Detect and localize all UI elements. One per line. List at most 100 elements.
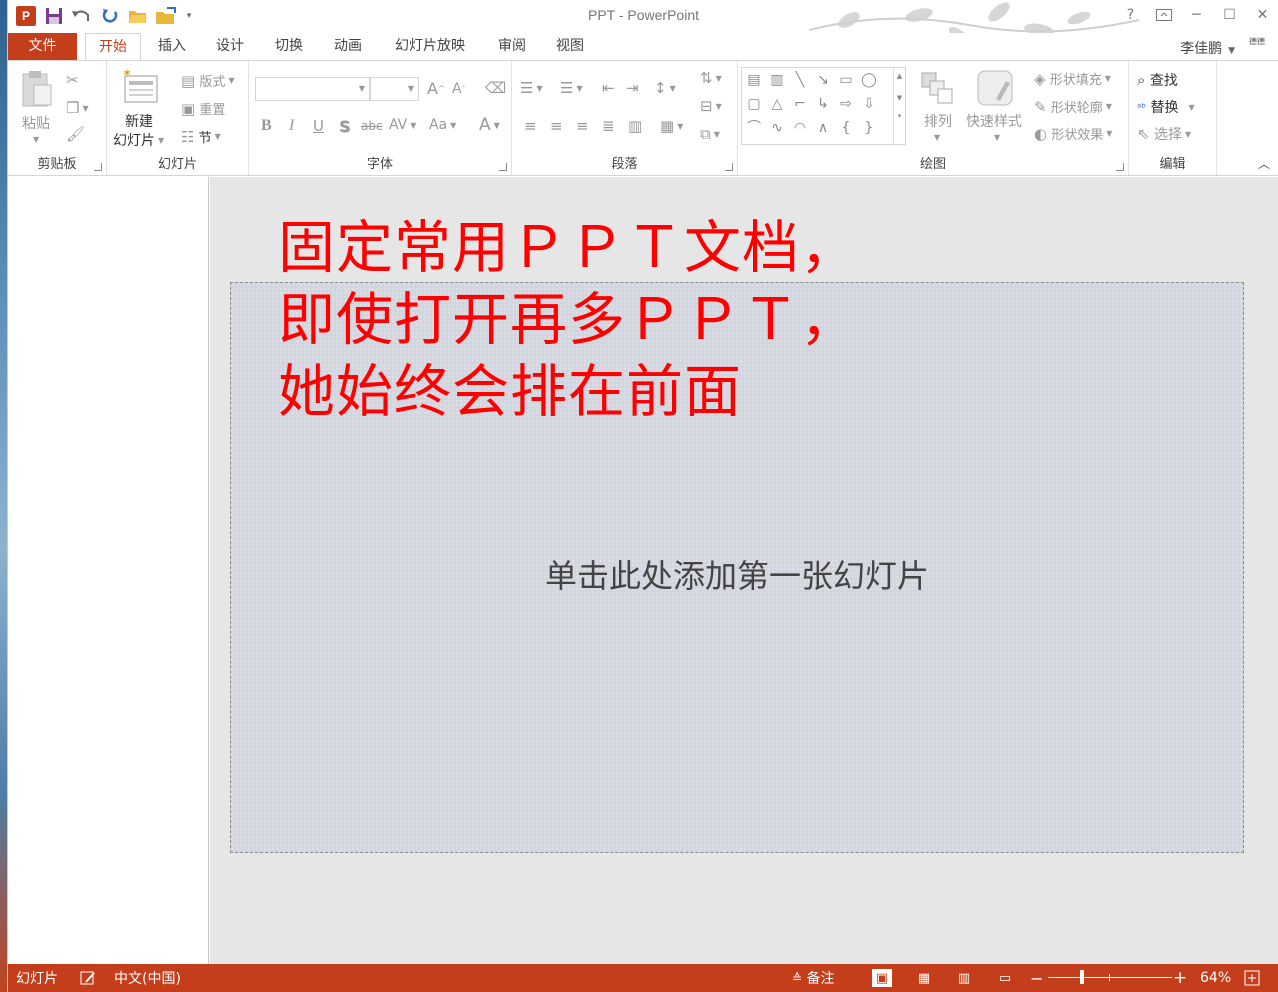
strikethrough-button[interactable]: abc: [361, 119, 383, 133]
zoom-level[interactable]: 64%: [1200, 964, 1231, 992]
elbow-connector-shape-icon[interactable]: ⌐: [790, 94, 810, 114]
redo-icon[interactable]: [98, 4, 122, 28]
tab-slideshow[interactable]: 幻灯片放映: [385, 33, 475, 60]
close-button[interactable]: ✕: [1246, 0, 1278, 30]
tab-view[interactable]: 视图: [546, 33, 594, 60]
shape-fill-button[interactable]: ◈ 形状填充 ▼: [1034, 69, 1111, 89]
increase-indent-button[interactable]: ⇥: [626, 79, 639, 97]
save-icon[interactable]: [42, 4, 66, 28]
shape-effects-button[interactable]: ◐ 形状效果 ▼: [1034, 124, 1112, 144]
align-center-button[interactable]: ≡: [550, 117, 563, 135]
section-button[interactable]: ☷ 节 ▼: [181, 127, 221, 147]
arrange-icon[interactable]: [920, 71, 956, 107]
minimize-button[interactable]: ─: [1180, 0, 1213, 30]
quick-styles-button[interactable]: 快速样式: [966, 111, 1022, 131]
vertical-textbox-shape-icon[interactable]: ▥: [767, 70, 787, 90]
numbering-button[interactable]: ☰ ▼: [560, 79, 583, 97]
change-case-button[interactable]: Aa ▼: [429, 117, 456, 133]
ribbon-display-button[interactable]: [1147, 0, 1180, 30]
tab-home[interactable]: 开始: [85, 33, 141, 61]
tab-transitions[interactable]: 切换: [265, 33, 313, 60]
rectangle-shape-icon[interactable]: ▭: [836, 70, 856, 90]
textbox-shape-icon[interactable]: ▤: [744, 70, 764, 90]
slideshow-view-icon[interactable]: ▭: [995, 969, 1015, 987]
shape-outline-button[interactable]: ✎ 形状轮廓 ▼: [1034, 97, 1112, 117]
justify-button[interactable]: ≣: [602, 117, 615, 135]
line-spacing-button[interactable]: ↕ ▼: [654, 79, 676, 97]
rounded-rect-shape-icon[interactable]: ▢: [744, 94, 764, 114]
layout-button[interactable]: ▤ 版式 ▼: [181, 71, 235, 91]
text-direction-button[interactable]: ⇅ ▼: [700, 69, 722, 87]
user-account[interactable]: 李佳鹏 ▼: [1180, 38, 1235, 58]
zoom-in-button[interactable]: +: [1173, 964, 1187, 992]
slide-sorter-view-icon[interactable]: ▦: [914, 969, 934, 987]
arrange-button[interactable]: 排列: [924, 111, 952, 131]
arc-shape-icon[interactable]: ◠: [790, 118, 810, 138]
language-indicator[interactable]: 中文(中国): [114, 964, 181, 992]
bold-button[interactable]: B: [261, 117, 272, 135]
align-text-button[interactable]: ⊟ ▼: [700, 97, 722, 115]
triangle-shape-icon[interactable]: △: [767, 94, 787, 114]
font-name-combo[interactable]: ▼: [255, 77, 370, 101]
shrink-font-button[interactable]: Aˇ: [452, 81, 466, 97]
new-slide-button[interactable]: 幻灯片 ▼: [113, 130, 164, 150]
shapes-scrollbar[interactable]: ▲ ▼ ▾: [893, 68, 905, 144]
underline-button[interactable]: U: [313, 117, 324, 135]
add-first-slide-prompt[interactable]: 单击此处添加第一张幻灯片: [231, 551, 1243, 597]
slide-thumbnail-pane[interactable]: [8, 177, 209, 964]
drawing-launcher-icon[interactable]: [1116, 163, 1124, 171]
tab-insert[interactable]: 插入: [148, 33, 196, 60]
shapes-gallery[interactable]: ▤ ▥ ╲ ↘ ▭ ◯ ▢ △ ⌐ ↳ ⇨ ⇩ ⌒ ∿ ◠ ∧ { } ▲ ▼ ▾: [741, 67, 906, 145]
columns-button[interactable]: ▦ ▼: [660, 117, 683, 135]
maximize-button[interactable]: ☐: [1213, 0, 1246, 30]
paste-button[interactable]: [20, 69, 54, 109]
reset-button[interactable]: ▣ 重置: [181, 99, 225, 119]
slide-editing-area[interactable]: 单击此处添加第一张幻灯片: [210, 177, 1278, 964]
zoom-slider-thumb[interactable]: [1080, 970, 1084, 984]
line-shape-icon[interactable]: ╲: [790, 70, 810, 90]
elbow-arrow-shape-icon[interactable]: ↳: [813, 94, 833, 114]
notes-button[interactable]: ≙ 备注: [792, 964, 835, 992]
freeform-shape-icon[interactable]: ⌒: [744, 118, 764, 138]
slide-canvas[interactable]: 单击此处添加第一张幻灯片: [230, 282, 1244, 853]
tab-file[interactable]: 文件: [8, 33, 77, 60]
normal-view-icon[interactable]: ▣: [872, 969, 892, 987]
clear-format-button[interactable]: ⌫: [485, 79, 506, 97]
tab-review[interactable]: 审阅: [488, 33, 536, 60]
zoom-slider[interactable]: [1048, 977, 1172, 978]
paragraph-launcher-icon[interactable]: [725, 163, 733, 171]
format-painter-button[interactable]: 🖌: [66, 125, 85, 143]
find-button[interactable]: ⌕ 查找: [1137, 70, 1178, 90]
shadow-button[interactable]: S: [339, 117, 351, 136]
char-spacing-button[interactable]: AV ▼: [389, 117, 416, 133]
distribute-button[interactable]: ▥: [628, 117, 642, 135]
copy-button[interactable]: ❐ ▼: [66, 99, 89, 117]
avatar[interactable]: 德德: [1245, 37, 1269, 57]
select-button[interactable]: ⇖ 选择 ▼: [1137, 124, 1191, 144]
quick-styles-icon[interactable]: [976, 69, 1014, 107]
new-slide-icon[interactable]: ✶: [120, 67, 160, 105]
open-icon[interactable]: [126, 4, 150, 28]
collapse-ribbon-icon[interactable]: ︿: [1258, 155, 1270, 172]
oval-shape-icon[interactable]: ◯: [859, 70, 879, 90]
help-button[interactable]: ?: [1114, 0, 1147, 30]
align-right-button[interactable]: ≡: [576, 117, 589, 135]
spellcheck-icon[interactable]: [80, 964, 96, 992]
cut-button[interactable]: ✂: [66, 71, 79, 89]
right-arrow-shape-icon[interactable]: ⇨: [836, 94, 856, 114]
bullets-button[interactable]: ☰ ▼: [520, 79, 543, 97]
zoom-out-button[interactable]: −: [1030, 964, 1043, 992]
clipboard-launcher-icon[interactable]: [94, 163, 102, 171]
folder-icon[interactable]: [154, 4, 178, 28]
fit-to-window-icon[interactable]: [1244, 964, 1260, 992]
customize-icon[interactable]: ▾: [182, 4, 196, 28]
decrease-indent-button[interactable]: ⇤: [602, 79, 615, 97]
arrow-line-shape-icon[interactable]: ↘: [813, 70, 833, 90]
left-brace-shape-icon[interactable]: {: [836, 118, 856, 138]
tab-animations[interactable]: 动画: [324, 33, 372, 60]
font-color-button[interactable]: A ▼: [479, 115, 500, 135]
undo-icon[interactable]: [70, 4, 94, 28]
down-arrow-shape-icon[interactable]: ⇩: [859, 94, 879, 114]
powerpoint-logo-icon[interactable]: P: [14, 4, 38, 28]
new-slide-line1[interactable]: 新建: [125, 111, 153, 131]
